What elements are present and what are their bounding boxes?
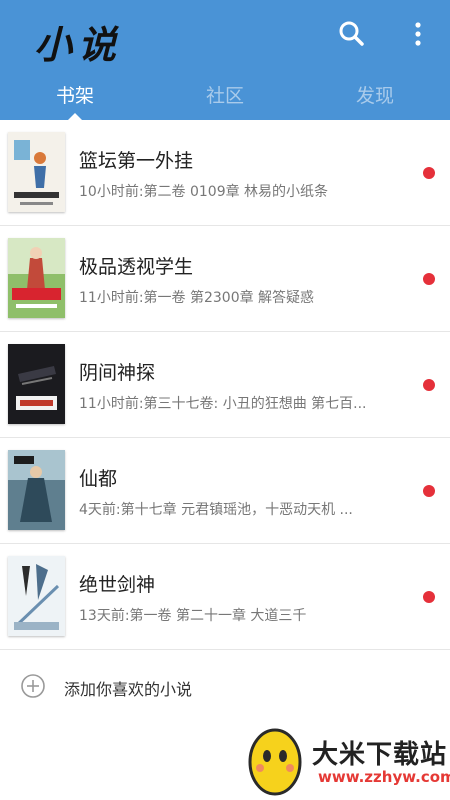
tab-discover[interactable]: 发现 bbox=[300, 76, 450, 120]
book-latest-chapter: 13天前:第一卷 第二十一章 大道三千 bbox=[79, 608, 307, 624]
book-item[interactable]: 篮坛第一外挂 10小时前:第二卷 0109章 林易的小纸条 bbox=[0, 120, 450, 226]
top-app-bar: 小说 书架 社区 发现 bbox=[0, 0, 450, 121]
unread-dot bbox=[423, 273, 435, 285]
book-item[interactable]: 绝世剑神 13天前:第一卷 第二十一章 大道三千 bbox=[0, 544, 450, 650]
tab-label: 书架 bbox=[55, 85, 94, 107]
add-novel-button[interactable]: 添加你喜欢的小说 bbox=[0, 660, 450, 714]
book-title: 阴间神探 bbox=[79, 362, 156, 384]
unread-dot bbox=[423, 591, 435, 603]
book-item[interactable]: 极品透视学生 11小时前:第一卷 第2300章 解答疑惑 bbox=[0, 226, 450, 332]
egg-mascot-icon bbox=[248, 728, 302, 796]
book-cover bbox=[8, 344, 65, 424]
tab-community[interactable]: 社区 bbox=[150, 76, 300, 120]
watermark-site-name: 大米下载站 bbox=[312, 740, 448, 770]
app-logo: 小说 bbox=[34, 22, 123, 67]
book-cover bbox=[8, 556, 65, 636]
book-title: 仙都 bbox=[79, 468, 118, 490]
book-cover bbox=[8, 450, 65, 530]
book-latest-chapter: 10小时前:第二卷 0109章 林易的小纸条 bbox=[79, 184, 329, 200]
tab-bookshelf[interactable]: 书架 bbox=[0, 76, 150, 121]
book-cover bbox=[8, 238, 65, 318]
unread-dot bbox=[423, 379, 435, 391]
tab-label: 社区 bbox=[205, 85, 244, 107]
tab-label: 发现 bbox=[355, 85, 394, 107]
tab-bar: 书架 社区 发现 bbox=[0, 76, 450, 121]
add-novel-label: 添加你喜欢的小说 bbox=[64, 680, 193, 699]
book-title: 极品透视学生 bbox=[79, 256, 194, 278]
book-latest-chapter: 4天前:第十七章 元君镇瑶池，十恶动天机 ... bbox=[79, 502, 353, 518]
search-button[interactable] bbox=[334, 16, 370, 52]
book-cover bbox=[8, 132, 65, 212]
book-title: 篮坛第一外挂 bbox=[79, 150, 194, 172]
unread-dot bbox=[423, 167, 435, 179]
book-item[interactable]: 仙都 4天前:第十七章 元君镇瑶池，十恶动天机 ... bbox=[0, 438, 450, 544]
watermark-url: www.zzhyw.com bbox=[318, 768, 450, 786]
search-icon bbox=[339, 21, 364, 46]
more-vertical-icon bbox=[415, 22, 421, 46]
book-item[interactable]: 阴间神探 11小时前:第三十七卷: 小丑的狂想曲 第七百... bbox=[0, 332, 450, 438]
more-options-button[interactable] bbox=[402, 16, 432, 52]
book-title: 绝世剑神 bbox=[79, 574, 156, 596]
book-latest-chapter: 11小时前:第三十七卷: 小丑的狂想曲 第七百... bbox=[79, 396, 367, 412]
bookshelf-list: 篮坛第一外挂 10小时前:第二卷 0109章 林易的小纸条 极品透视学生 11小… bbox=[0, 120, 450, 650]
book-latest-chapter: 11小时前:第一卷 第2300章 解答疑惑 bbox=[79, 290, 315, 306]
unread-dot bbox=[423, 485, 435, 497]
plus-circle-icon bbox=[21, 674, 45, 698]
